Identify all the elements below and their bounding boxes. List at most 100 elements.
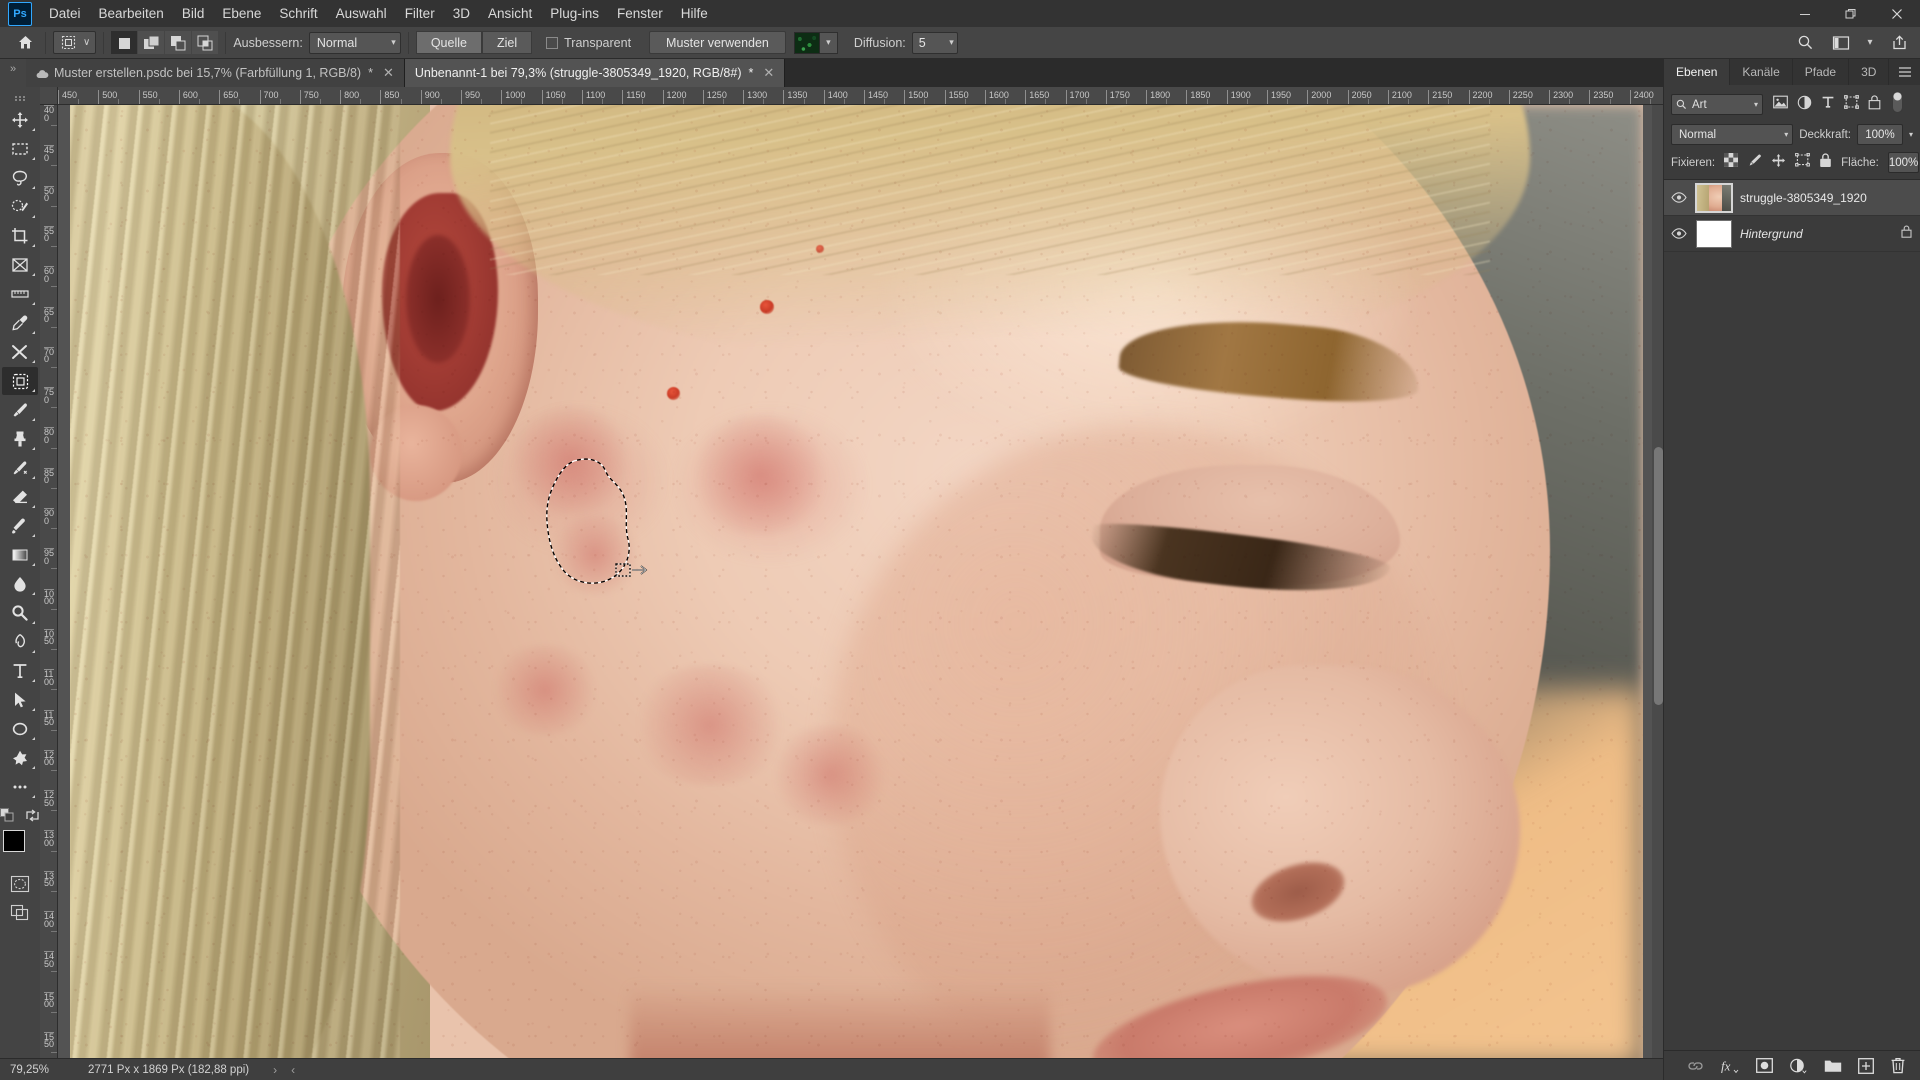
menu-item-ansicht[interactable]: Ansicht — [479, 3, 541, 25]
toolbar-grip[interactable] — [2, 91, 38, 105]
panel-tab-kan-le[interactable]: Kanäle — [1730, 59, 1793, 85]
color-swatches[interactable] — [3, 830, 37, 862]
lock-position-icon[interactable] — [1771, 153, 1786, 173]
new-layer-icon[interactable] — [1858, 1057, 1874, 1074]
document-canvas[interactable] — [70, 105, 1643, 1068]
new-selection-button[interactable] — [111, 31, 138, 54]
canvas-viewport[interactable] — [58, 105, 1663, 1080]
search-icon[interactable] — [1792, 31, 1818, 55]
default-colors-icon[interactable] — [0, 808, 15, 828]
vertical-scrollbar-thumb[interactable] — [1654, 447, 1663, 705]
link-layers-icon[interactable] — [1687, 1060, 1704, 1072]
home-icon[interactable] — [12, 31, 38, 55]
lock-image-pixels-icon[interactable] — [1747, 153, 1762, 173]
menu-item-fenster[interactable]: Fenster — [608, 3, 672, 25]
filter-adjustment-layers-icon[interactable] — [1797, 95, 1812, 115]
status-arrow-right-icon[interactable]: › — [273, 1063, 277, 1077]
delete-layer-icon[interactable] — [1890, 1057, 1906, 1074]
vertical-ruler[interactable]: 400 450 500 550 600 650 700 750 800 850 900 950 1000… — [40, 105, 58, 1080]
pen-tool[interactable] — [2, 628, 38, 656]
layer-filter-type-select[interactable]: Art ▾ — [1671, 94, 1763, 115]
chevron-down-icon[interactable]: ▾ — [1909, 130, 1913, 139]
workspace-icon[interactable] — [1828, 31, 1854, 55]
layer-thumbnail[interactable] — [1696, 219, 1732, 248]
document-tab-1[interactable]: Muster erstellen.psdc bei 15,7% (Farbfül… — [26, 59, 405, 87]
new-group-icon[interactable] — [1824, 1059, 1842, 1073]
menu-item-schrift[interactable]: Schrift — [270, 3, 326, 25]
target-button[interactable]: Ziel — [481, 31, 533, 54]
rectangular-marquee-tool[interactable] — [2, 135, 38, 163]
crop-tool[interactable] — [2, 222, 38, 250]
pattern-picker-chevron[interactable]: ▾ — [819, 31, 838, 54]
source-button[interactable]: Quelle — [415, 31, 482, 54]
filter-shape-layers-icon[interactable] — [1844, 95, 1859, 114]
layer-thumbnail[interactable] — [1695, 182, 1733, 213]
lock-artboard-nesting-icon[interactable] — [1795, 152, 1811, 172]
layer-name[interactable]: Hintergrund — [1740, 227, 1893, 241]
type-tool[interactable] — [2, 657, 38, 685]
clone-stamp-tool[interactable] — [2, 425, 38, 453]
layer-visibility-icon[interactable] — [1670, 192, 1688, 203]
pattern-swatch[interactable] — [793, 31, 820, 54]
diffusion-field[interactable]: 5 ▾ — [911, 31, 958, 54]
add-to-selection-button[interactable] — [138, 31, 165, 54]
panel-menu-icon[interactable] — [1889, 59, 1920, 85]
restore-button[interactable] — [1828, 0, 1874, 27]
more-tools[interactable] — [2, 773, 38, 801]
ellipse-tool[interactable] — [2, 715, 38, 743]
menu-item-hilfe[interactable]: Hilfe — [672, 3, 717, 25]
panel-tab-pfade[interactable]: Pfade — [1793, 59, 1850, 85]
foreground-color-swatch[interactable] — [3, 830, 25, 852]
layer-row[interactable]: Hintergrund — [1664, 216, 1920, 252]
eyedropper-tool[interactable] — [2, 309, 38, 337]
transparent-checkbox[interactable] — [546, 36, 559, 49]
fill-field[interactable]: 100% — [1887, 152, 1920, 173]
menu-item-ebene[interactable]: Ebene — [213, 3, 270, 25]
swap-colors-icon[interactable] — [25, 808, 40, 828]
new-adjustment-layer-icon[interactable] — [1789, 1058, 1808, 1074]
filter-pixel-layers-icon[interactable] — [1773, 95, 1788, 114]
lasso-tool[interactable] — [2, 164, 38, 192]
chevron-down-icon[interactable]: ▾ — [1864, 31, 1876, 55]
layer-lock-icon[interactable] — [1901, 225, 1912, 243]
subtract-from-selection-button[interactable] — [165, 31, 192, 54]
close-button[interactable] — [1874, 0, 1920, 27]
screen-mode-icon[interactable] — [2, 899, 38, 927]
patch-tool[interactable] — [2, 367, 38, 395]
document-tab-close-icon[interactable]: ✕ — [763, 65, 774, 81]
opacity-field[interactable]: 100% — [1856, 124, 1903, 145]
path-selection-tool[interactable] — [2, 686, 38, 714]
horizontal-ruler[interactable]: 450 500 550 600 650 700 750 800 850 900 950 1000 105… — [58, 87, 1663, 105]
layer-row[interactable]: struggle-3805349_1920 — [1664, 180, 1920, 216]
gradient-tool[interactable] — [2, 512, 38, 540]
gradient-picker-tool[interactable] — [2, 541, 38, 569]
eraser-tool[interactable] — [2, 483, 38, 511]
chevron-down-icon[interactable]: ∨ — [83, 37, 90, 48]
filter-toggle-switch[interactable] — [1892, 91, 1903, 118]
document-dimensions[interactable]: 2771 Px x 1869 Px (182,88 ppi) — [82, 1064, 249, 1076]
custom-shape-tool[interactable] — [2, 744, 38, 772]
dodge-tool[interactable] — [2, 599, 38, 627]
minimize-button[interactable] — [1782, 0, 1828, 27]
add-layer-mask-icon[interactable] — [1756, 1058, 1773, 1073]
lock-all-icon[interactable] — [1819, 152, 1832, 173]
filter-type-layers-icon[interactable] — [1821, 95, 1835, 114]
blend-mode-select[interactable]: Normal ▾ — [1671, 124, 1794, 145]
intersect-selection-button[interactable] — [192, 31, 219, 54]
document-tab-2[interactable]: Unbenannt-1 bei 79,3% (struggle-3805349_… — [404, 59, 786, 87]
panel-tab-ebenen[interactable]: Ebenen — [1664, 59, 1731, 85]
share-icon[interactable] — [1886, 31, 1912, 55]
history-brush-tool[interactable] — [2, 454, 38, 482]
patch-mode-select[interactable]: Normal ▾ — [308, 31, 401, 54]
menu-item-auswahl[interactable]: Auswahl — [327, 3, 396, 25]
use-pattern-button[interactable]: Muster verwenden — [649, 31, 786, 54]
menu-item-bearbeiten[interactable]: Bearbeiten — [90, 3, 173, 25]
document-tab-close-icon[interactable]: ✕ — [383, 65, 394, 81]
collapse-panels-toggle[interactable]: » — [0, 59, 26, 87]
transparent-checkbox-row[interactable]: Transparent — [546, 36, 631, 50]
status-arrow-left-icon[interactable]: ‹ — [291, 1063, 295, 1077]
vertical-scrollbar-track[interactable] — [1652, 105, 1663, 1058]
move-tool[interactable] — [2, 106, 38, 134]
spot-healing-brush-tool[interactable] — [2, 338, 38, 366]
menu-item-bild[interactable]: Bild — [173, 3, 214, 25]
